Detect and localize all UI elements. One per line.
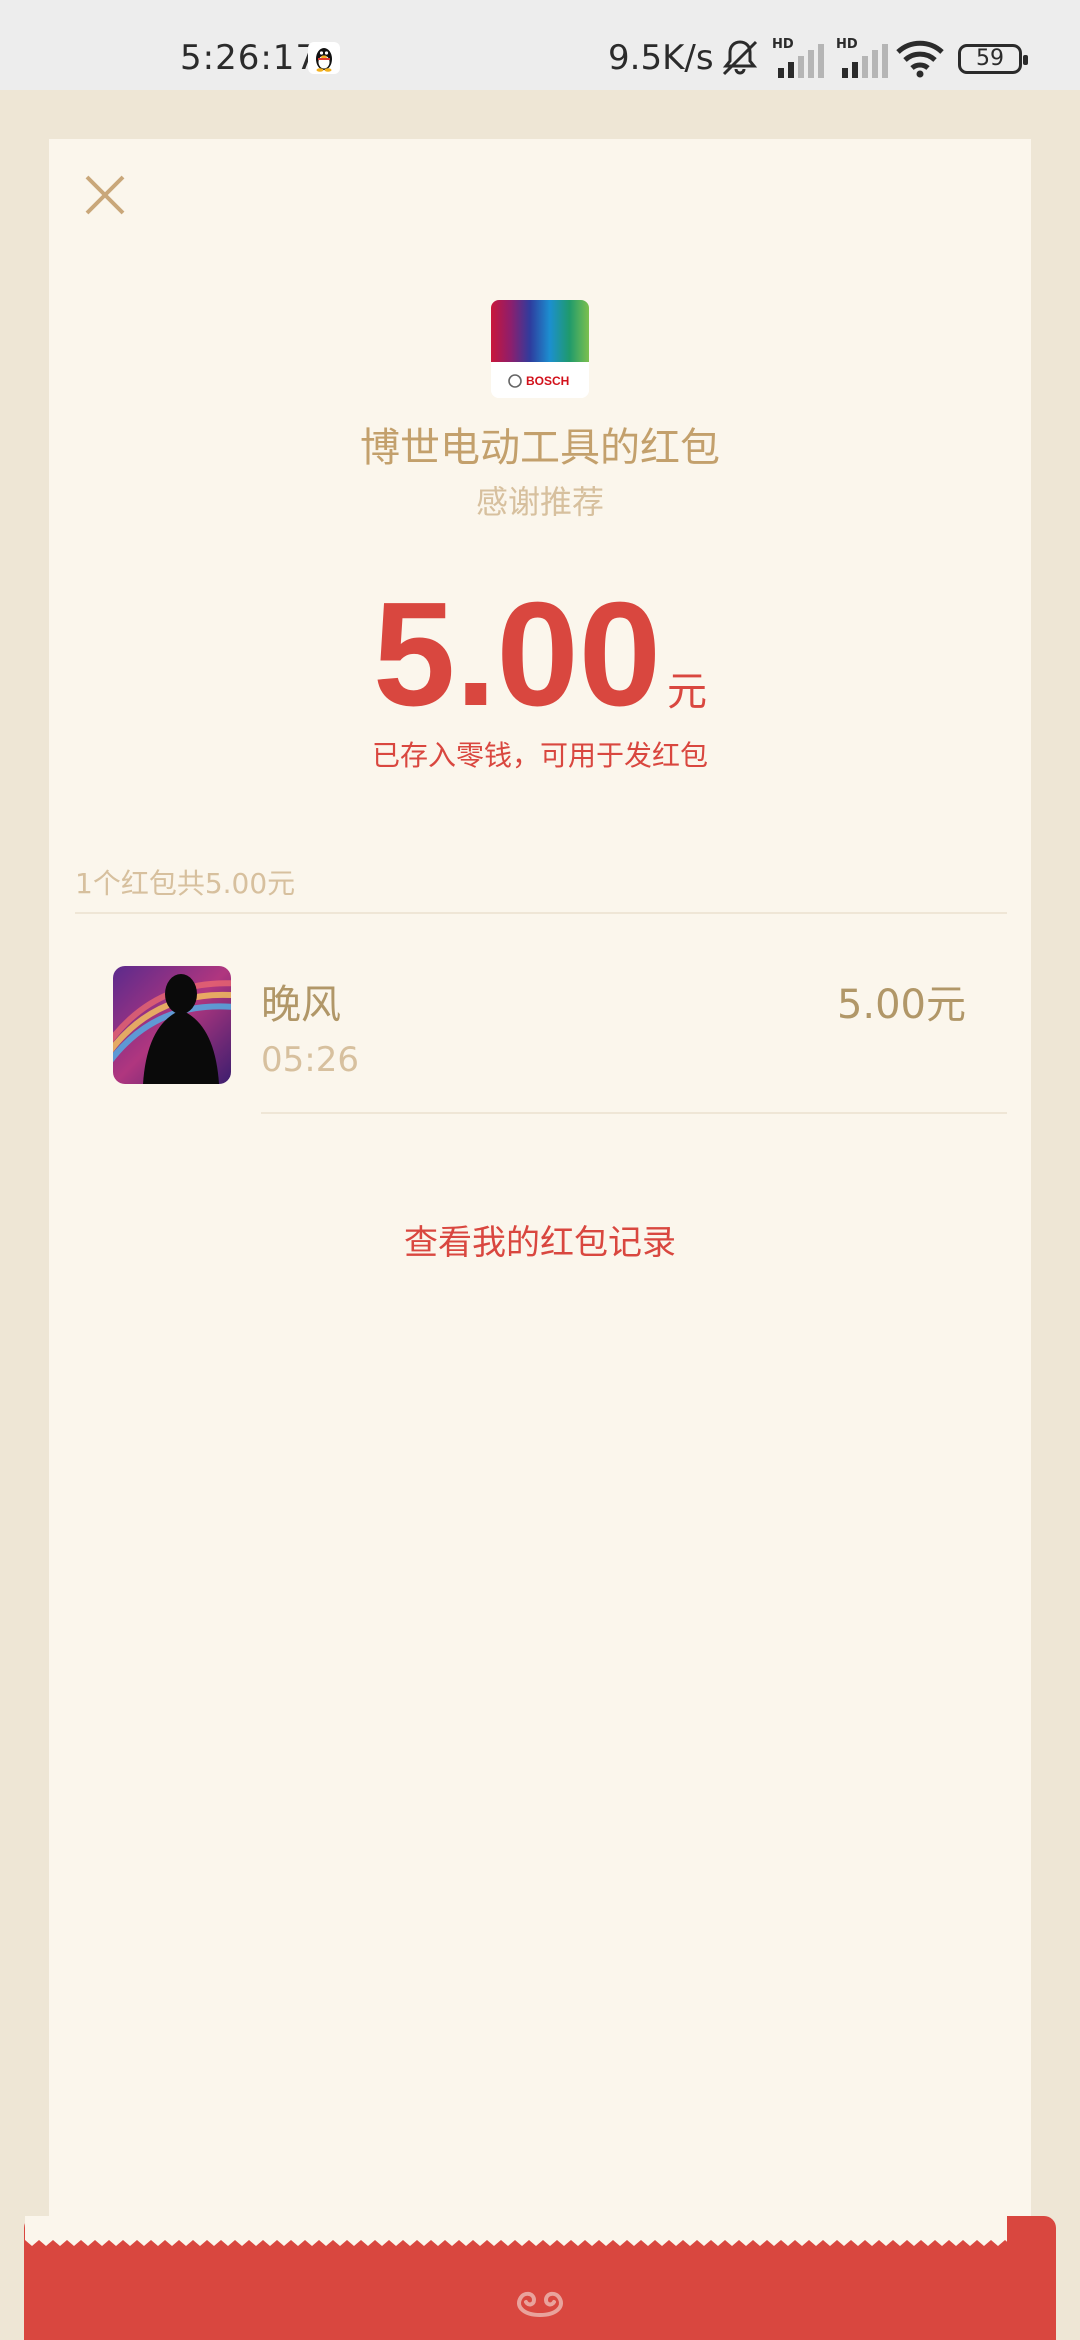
auspicious-cloud-icon — [517, 2291, 563, 2317]
greeting-subtitle: 感谢推荐 — [475, 483, 604, 521]
close-icon[interactable] — [80, 170, 130, 220]
received-time: 05:26 — [261, 1040, 359, 1080]
packet-summary: 1个红包共5.00元 — [75, 867, 296, 900]
sender-title: 博世电动工具的红包 — [360, 425, 720, 471]
battery-indicator: 59 — [958, 44, 1028, 74]
amount-unit: 元 — [667, 669, 708, 715]
wifi-icon — [896, 40, 944, 78]
signal-hd-label: HD — [836, 37, 858, 52]
bosch-logo: BOSCH — [491, 300, 589, 398]
mute-bell-icon — [722, 40, 758, 76]
received-amount: 5.00 元 — [0, 570, 1080, 740]
recipient-amount: 5.00元 — [836, 982, 966, 1028]
list-item[interactable]: 晚风 05:26 5.00元 — [0, 960, 1080, 1114]
status-bar: 5:26:17 9.5K/s HD HD 59 — [0, 0, 1080, 90]
divider — [261, 1112, 1007, 1114]
qq-notification-icon — [308, 42, 340, 74]
bosch-logo-text: BOSCH — [526, 374, 569, 388]
status-time: 5:26:17 — [180, 38, 319, 78]
amount-value: 5.00 — [372, 572, 662, 737]
network-speed: 9.5K/s — [608, 38, 714, 78]
avatar[interactable] — [113, 966, 231, 1084]
divider — [75, 912, 1007, 914]
deposit-note: 已存入零钱，可用于发红包 — [371, 739, 708, 772]
signal-hd-icon: HD — [772, 37, 824, 78]
recipient-name: 晚风 — [261, 982, 341, 1028]
view-records-link[interactable]: 查看我的红包记录 — [0, 1215, 1080, 1264]
signal-hd-icon: HD — [836, 37, 888, 78]
zigzag-edge — [25, 2216, 1007, 2246]
signal-hd-label: HD — [772, 37, 794, 52]
